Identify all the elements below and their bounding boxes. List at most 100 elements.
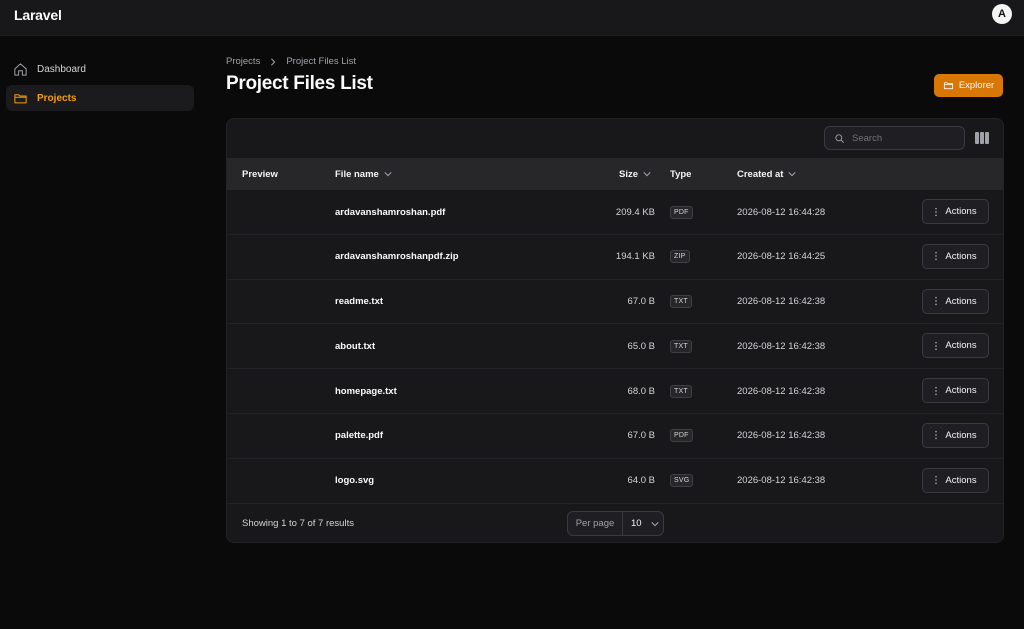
per-page-select: Per page 10 <box>567 511 664 536</box>
table-row: logo.svg 64.0 B SVG 2026-08-12 16:42:38 … <box>227 459 1003 504</box>
created-at-cell: 2026-08-12 16:42:38 <box>737 385 826 397</box>
actions-button-label: Actions <box>945 340 977 352</box>
page-title: Project Files List <box>226 73 373 94</box>
sidebar-item-dashboard[interactable]: Dashboard <box>6 56 194 82</box>
created-at-cell: 2026-08-12 16:42:38 <box>737 296 826 308</box>
files-table-panel: Preview File name Size Type Created at a… <box>226 118 1004 543</box>
actions-button-label: Actions <box>945 250 977 262</box>
file-name-cell[interactable]: ardavanshamroshan.pdf <box>335 190 445 234</box>
folder-icon <box>943 82 953 90</box>
file-size-cell: 67.0 B <box>627 430 655 442</box>
search-input[interactable] <box>852 132 952 144</box>
explorer-button-label: Explorer <box>958 80 995 91</box>
file-type-badge: ZIP <box>670 250 690 264</box>
more-vertical-icon <box>935 296 938 306</box>
sidebar-item-label: Projects <box>37 92 77 104</box>
file-name-cell[interactable]: ardavanshamroshanpdf.zip <box>335 235 459 279</box>
column-header-preview: Preview <box>242 158 278 190</box>
app-brand[interactable]: Laravel <box>14 7 62 23</box>
chevron-down-icon <box>788 172 797 177</box>
column-label: Size <box>619 168 639 180</box>
sidebar: Dashboard Projects <box>6 56 194 114</box>
column-label: Created at <box>737 168 784 180</box>
file-name-cell[interactable]: about.txt <box>335 324 375 368</box>
actions-button-label: Actions <box>945 295 977 307</box>
breadcrumb: Projects Project Files List <box>226 56 356 67</box>
created-at-cell: 2026-08-12 16:44:28 <box>737 206 826 218</box>
created-at-cell: 2026-08-12 16:44:25 <box>737 251 826 263</box>
file-type-badge: TXT <box>670 339 692 353</box>
per-page-value: 10 <box>631 518 642 529</box>
actions-button[interactable]: Actions <box>922 199 989 224</box>
table-footer: Showing 1 to 7 of 7 results Per page 10 <box>227 505 1003 542</box>
actions-button-label: Actions <box>945 474 977 486</box>
more-vertical-icon <box>935 252 938 261</box>
table-row: ardavanshamroshanpdf.zip 194.1 KB ZIP 20… <box>227 235 1003 280</box>
more-vertical-icon <box>935 476 938 485</box>
file-size-cell: 67.0 B <box>627 296 655 308</box>
created-at-cell: 2026-08-12 16:42:38 <box>737 430 826 442</box>
column-header-type: Type <box>670 158 691 190</box>
user-avatar[interactable]: A <box>992 4 1012 24</box>
table-body: ardavanshamroshan.pdf 209.4 KB PDF 2026-… <box>227 190 1003 504</box>
actions-button[interactable]: Actions <box>922 333 989 359</box>
file-name-cell[interactable]: homepage.txt <box>335 369 397 413</box>
file-size-cell: 64.0 B <box>627 475 655 487</box>
file-size-cell: 65.0 B <box>627 340 655 352</box>
explorer-button[interactable]: Explorer <box>934 74 1003 97</box>
file-type-cell: PDF <box>670 190 693 234</box>
actions-button[interactable]: Actions <box>922 243 989 269</box>
actions-button-label: Actions <box>945 429 977 441</box>
chevron-down-icon <box>643 172 651 177</box>
file-type-cell: TXT <box>670 280 692 324</box>
breadcrumb-item-current: Project Files List <box>286 56 357 67</box>
table-row: readme.txt 67.0 B TXT 2026-08-12 16:42:3… <box>227 280 1003 325</box>
more-vertical-icon <box>935 207 938 216</box>
file-type-cell: SVG <box>670 459 694 503</box>
file-name-cell[interactable]: palette.pdf <box>335 414 383 458</box>
top-bar: Laravel A <box>0 0 1024 36</box>
file-type-badge: PDF <box>670 205 693 219</box>
results-summary: Showing 1 to 7 of 7 results <box>242 518 354 529</box>
column-header-file-name[interactable]: File name <box>335 158 392 190</box>
chevron-right-icon <box>269 57 277 66</box>
file-type-badge: SVG <box>670 474 694 488</box>
file-type-badge: TXT <box>670 295 692 309</box>
actions-button[interactable]: Actions <box>922 378 989 404</box>
columns-toggle-icon[interactable] <box>975 132 989 144</box>
actions-button-label: Actions <box>945 206 977 217</box>
table-row: ardavanshamroshan.pdf 209.4 KB PDF 2026-… <box>227 190 1003 235</box>
folder-icon <box>12 90 28 106</box>
per-page-label: Per page <box>568 512 623 535</box>
file-type-cell: TXT <box>670 324 692 368</box>
table-row: palette.pdf 67.0 B PDF 2026-08-12 16:42:… <box>227 414 1003 459</box>
column-header-size[interactable]: Size <box>619 158 651 190</box>
more-vertical-icon <box>935 431 938 440</box>
actions-button[interactable]: Actions <box>922 288 989 314</box>
chevron-down-icon <box>384 172 392 177</box>
search-box <box>824 126 965 150</box>
file-name-cell[interactable]: logo.svg <box>335 459 374 503</box>
sidebar-item-projects[interactable]: Projects <box>6 85 194 111</box>
actions-button[interactable]: Actions <box>922 422 989 448</box>
column-header-created-at[interactable]: Created at <box>737 158 797 190</box>
breadcrumb-item-projects[interactable]: Projects <box>226 56 260 67</box>
file-size-cell: 194.1 KB <box>615 251 655 263</box>
file-type-badge: TXT <box>670 384 692 398</box>
file-type-cell: ZIP <box>670 235 690 279</box>
chevron-down-icon <box>651 521 659 526</box>
column-label: Preview <box>242 168 278 180</box>
file-type-cell: PDF <box>670 414 693 458</box>
search-icon <box>835 133 844 143</box>
file-type-cell: TXT <box>670 369 692 413</box>
column-label: Type <box>670 168 692 180</box>
created-at-cell: 2026-08-12 16:42:38 <box>737 475 826 487</box>
file-type-badge: PDF <box>670 429 693 443</box>
home-icon <box>12 61 28 77</box>
file-name-cell[interactable]: readme.txt <box>335 280 383 324</box>
per-page-dropdown[interactable]: 10 <box>623 518 659 529</box>
table-row: homepage.txt 68.0 B TXT 2026-08-12 16:42… <box>227 369 1003 414</box>
actions-button[interactable]: Actions <box>922 467 989 493</box>
created-at-cell: 2026-08-12 16:42:38 <box>737 340 826 352</box>
file-size-cell: 209.4 KB <box>615 206 655 218</box>
